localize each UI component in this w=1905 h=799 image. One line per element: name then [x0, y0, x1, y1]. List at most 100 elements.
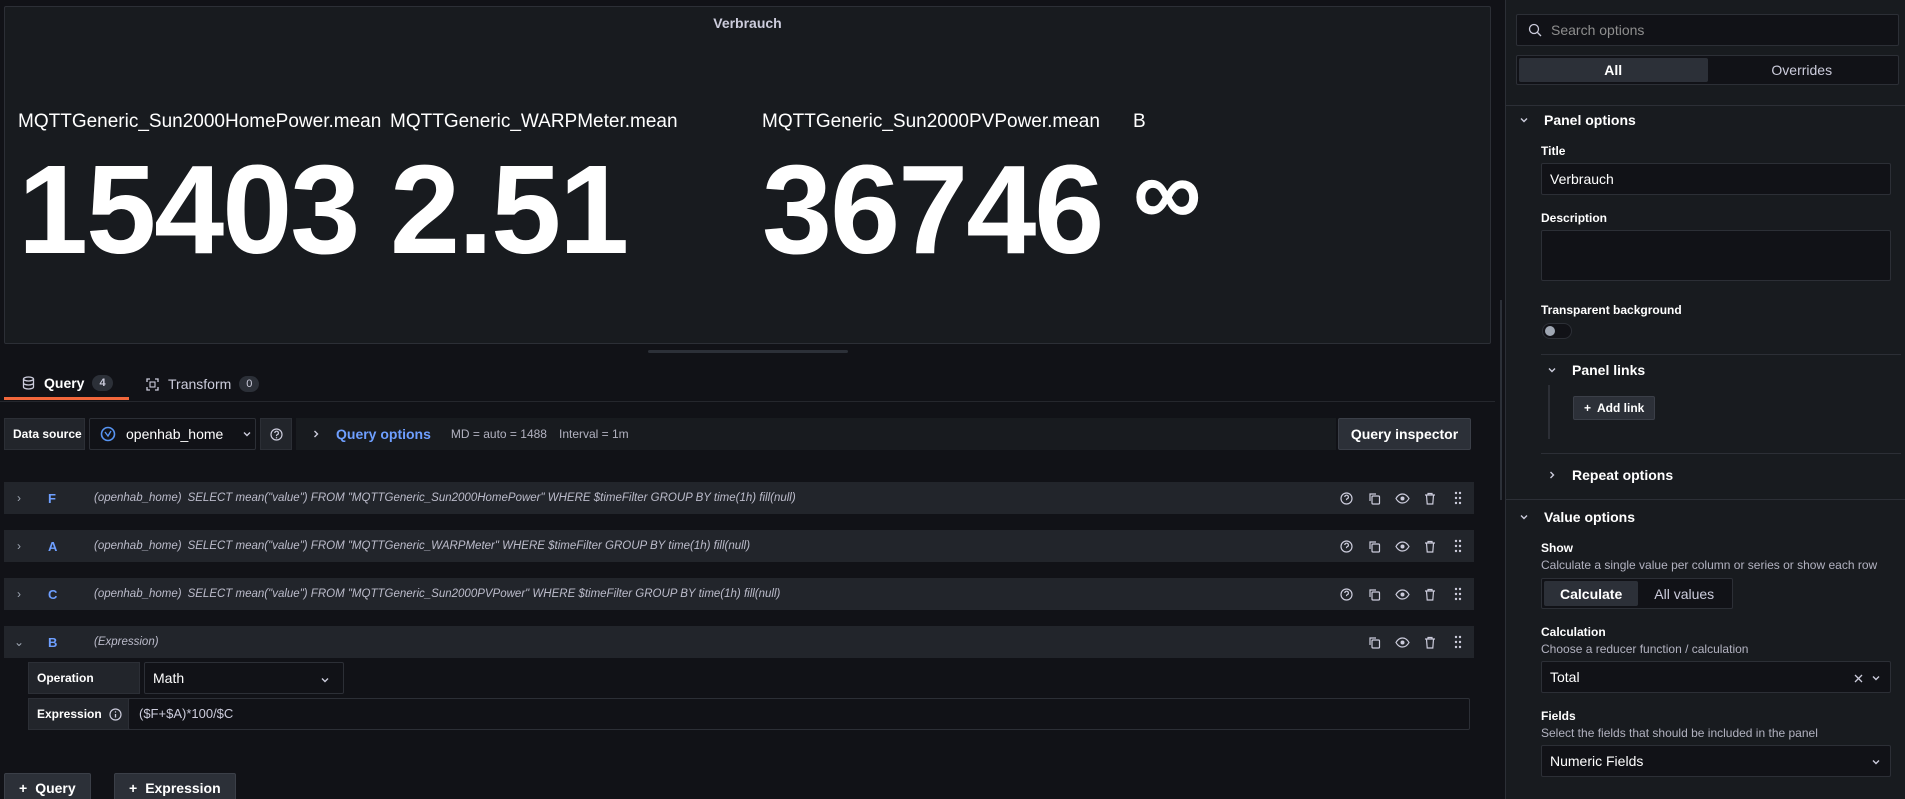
copy-icon[interactable] [1366, 586, 1382, 602]
tab-transform[interactable]: Transform 0 [144, 368, 260, 400]
chevron-down-icon [1516, 509, 1532, 525]
transform-icon [144, 376, 160, 392]
title-input[interactable]: Verbrauch [1541, 163, 1891, 195]
divider [1541, 453, 1901, 454]
query-source: (openhab_home) [94, 540, 182, 552]
query-row[interactable]: › F (openhab_home) SELECT mean("value") … [4, 482, 1474, 514]
query-source: (openhab_home) [94, 492, 182, 504]
panel-options-header[interactable]: Panel options [1516, 112, 1636, 128]
query-inspector-button[interactable]: Query inspector [1338, 418, 1471, 450]
datasource-help-button[interactable] [260, 418, 292, 450]
eye-icon[interactable] [1394, 490, 1410, 506]
fields-select[interactable]: Numeric Fields [1541, 745, 1891, 777]
query-ref-id[interactable]: C [34, 587, 94, 602]
chevron-right-icon[interactable]: › [4, 491, 34, 505]
calculation-description: Choose a reducer function / calculation [1541, 642, 1749, 656]
eye-icon[interactable] [1394, 538, 1410, 554]
query-ref-id[interactable]: A [34, 539, 94, 554]
copy-icon[interactable] [1366, 634, 1382, 650]
repeat-options-header[interactable]: Repeat options [1544, 467, 1673, 483]
datasource-label: Data source [4, 418, 85, 450]
chevron-down-icon[interactable]: ⌄ [4, 635, 34, 649]
query-ref-id[interactable]: F [34, 491, 94, 506]
transparent-label: Transparent background [1541, 303, 1682, 317]
question-circle-icon[interactable] [1338, 586, 1354, 602]
query-row-expression[interactable]: ⌄ B (Expression) [4, 626, 1474, 658]
tab-query[interactable]: Query 4 [4, 368, 129, 400]
stat-label: MQTTGeneric_Sun2000PVPower.mean [762, 111, 1100, 132]
panel-links-title: Panel links [1572, 362, 1646, 378]
question-circle-icon [268, 426, 284, 442]
drag-handle-icon[interactable] [1450, 634, 1466, 650]
search-placeholder: Search options [1551, 22, 1645, 38]
show-all-values[interactable]: All values [1638, 581, 1730, 606]
seg-overrides[interactable]: Overrides [1708, 58, 1897, 82]
operation-value: Math [153, 670, 185, 686]
datasource-logo-icon [100, 426, 116, 442]
panel-links-header[interactable]: Panel links [1544, 362, 1645, 378]
query-row[interactable]: › C (openhab_home) SELECT mean("value") … [4, 578, 1474, 610]
drag-handle-icon[interactable] [1450, 586, 1466, 602]
plus-icon: + [19, 780, 28, 796]
drag-handle-icon[interactable] [1450, 538, 1466, 554]
add-query-button[interactable]: + Query [4, 773, 91, 799]
search-icon [1527, 22, 1543, 38]
fields-description: Select the fields that should be include… [1541, 726, 1818, 740]
clear-icon[interactable] [1850, 670, 1866, 686]
stat-label: MQTTGeneric_Sun2000HomePower.mean [18, 111, 382, 132]
panel-options-title: Panel options [1544, 112, 1636, 128]
stat-value: 15403 [18, 139, 360, 280]
chevron-down-icon [1868, 670, 1884, 686]
seg-all[interactable]: All [1519, 58, 1708, 82]
description-label: Description [1541, 211, 1608, 225]
trash-icon[interactable] [1422, 586, 1438, 602]
eye-icon[interactable] [1394, 586, 1410, 602]
add-expression-button[interactable]: + Expression [114, 773, 236, 799]
calculation-select[interactable]: Total [1541, 661, 1891, 693]
trash-icon[interactable] [1422, 634, 1438, 650]
chevron-down-icon [1516, 112, 1532, 128]
copy-icon[interactable] [1366, 490, 1382, 506]
search-options-input[interactable]: Search options [1516, 14, 1899, 46]
chevron-right-icon[interactable]: › [4, 539, 34, 553]
query-actions [1338, 482, 1466, 514]
operation-select[interactable]: Math [144, 662, 344, 694]
query-actions [1338, 530, 1466, 562]
drag-handle-icon[interactable] [1450, 490, 1466, 506]
query-text: SELECT mean("value") FROM "MQTTGeneric_S… [187, 492, 796, 504]
panel-title[interactable]: Verbrauch [5, 15, 1490, 31]
query-text: SELECT mean("value") FROM "MQTTGeneric_W… [187, 540, 751, 552]
stat-pv-power: MQTTGeneric_Sun2000PVPower.mean 36746 [762, 111, 1104, 273]
question-circle-icon[interactable] [1338, 538, 1354, 554]
value-options-header[interactable]: Value options [1516, 509, 1635, 525]
add-link-button[interactable]: + Add link [1573, 396, 1656, 420]
trash-icon[interactable] [1422, 490, 1438, 506]
show-description: Calculate a single value per column or s… [1541, 558, 1878, 572]
query-actions [1338, 578, 1466, 610]
info-icon[interactable] [108, 706, 124, 722]
stat-home-power: MQTTGeneric_Sun2000HomePower.mean 15403 [18, 111, 381, 273]
query-row[interactable]: › A (openhab_home) SELECT mean("value") … [4, 530, 1474, 562]
trash-icon[interactable] [1422, 538, 1438, 554]
chevron-down-icon [1544, 362, 1560, 378]
chevron-down-icon [239, 426, 255, 442]
transparent-toggle[interactable] [1542, 323, 1572, 339]
stat-label: MQTTGeneric_WARPMeter.mean [390, 111, 678, 132]
query-options-bar[interactable]: Query options MD = auto = 1488 Interval … [296, 418, 1336, 450]
query-ref-id[interactable]: B [34, 635, 94, 650]
show-calculate[interactable]: Calculate [1544, 581, 1639, 606]
toggle-knob [1545, 326, 1555, 336]
copy-icon[interactable] [1366, 538, 1382, 554]
question-circle-icon[interactable] [1338, 490, 1354, 506]
query-source: (openhab_home) [94, 588, 182, 600]
chevron-right-icon[interactable]: › [4, 587, 34, 601]
eye-icon[interactable] [1394, 634, 1410, 650]
resize-handle[interactable] [648, 350, 848, 353]
datasource-picker[interactable]: openhab_home [89, 418, 256, 450]
plus-icon: + [129, 780, 138, 796]
pane-resize-handle[interactable] [1500, 300, 1502, 500]
expression-input[interactable]: ($F+$A)*100/$C [128, 698, 1470, 730]
query-options-title: Query options [336, 426, 431, 442]
operation-label: Operation [28, 662, 140, 694]
description-textarea[interactable] [1541, 230, 1891, 281]
